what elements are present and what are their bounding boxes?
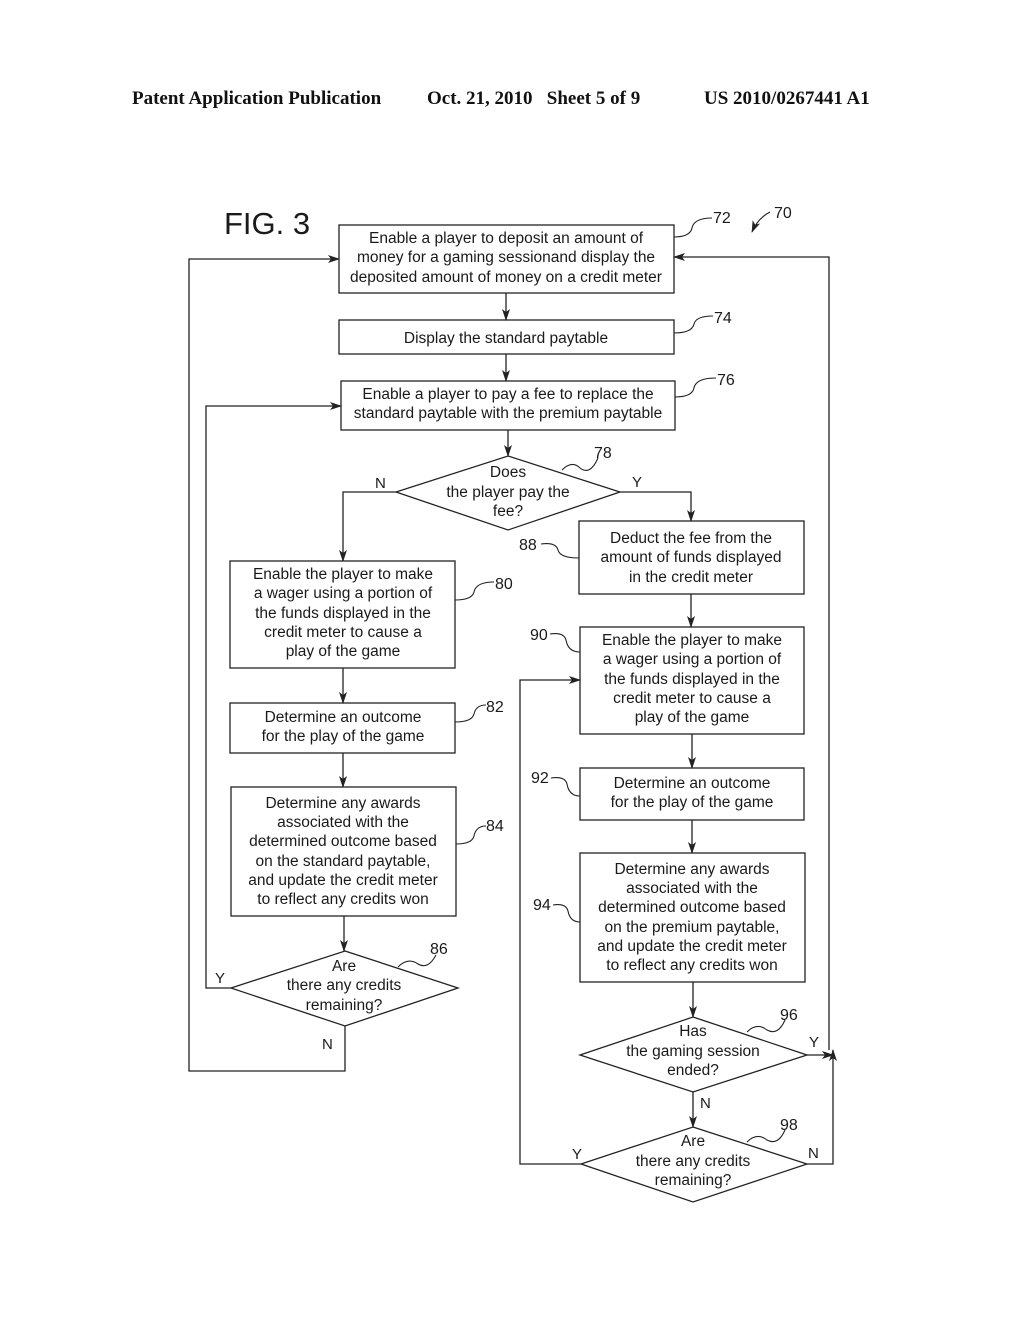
- decision-78-no-label: N: [375, 475, 386, 492]
- decision-86-ref: 86: [430, 941, 448, 958]
- step-88-ref: 88: [519, 537, 537, 554]
- step-80-line: the funds displayed in the: [255, 605, 431, 622]
- step-74-line: Display the standard paytable: [404, 330, 608, 347]
- decision-86-credits-remaining: Are there any credits remaining? 86 Y N: [215, 941, 461, 1053]
- step-72-line: money for a gaming sessionand display th…: [357, 249, 655, 266]
- step-74-ref: 74: [714, 310, 732, 327]
- decision-98-line: Are: [681, 1133, 705, 1150]
- step-94-line: associated with the: [626, 880, 758, 897]
- step-88-line: amount of funds displayed: [601, 549, 782, 566]
- figure-ref-arrow: [751, 211, 771, 233]
- decision-96-ref: 96: [780, 1007, 798, 1024]
- decision-96-line: the gaming session: [626, 1043, 760, 1060]
- step-84-line: Determine any awards: [265, 795, 420, 812]
- step-90-line: play of the game: [635, 709, 750, 726]
- step-80-wager-standard: Enable the player to make a wager using …: [229, 560, 513, 669]
- decision-96-line: Has: [679, 1023, 707, 1040]
- decision-98-credits-remaining: Are there any credits remaining? 98 Y N: [572, 1117, 819, 1203]
- step-82-line: for the play of the game: [262, 728, 425, 745]
- step-82-determine-outcome: Determine an outcome for the play of the…: [229, 699, 504, 754]
- figure-ref: 70: [774, 205, 792, 222]
- decision-96-no-label: N: [700, 1095, 711, 1112]
- arrow-98-yes-to-90: [519, 676, 581, 1165]
- step-88-line: in the credit meter: [629, 569, 753, 586]
- step-94-line: and update the credit meter: [597, 938, 787, 955]
- step-90-line: the funds displayed in the: [604, 671, 780, 688]
- step-76-offer-premium-paytable: Enable a player to pay a fee to replace …: [340, 372, 735, 431]
- decision-78-pay-fee: Does the player pay the fee? 78 N Y: [375, 445, 642, 531]
- step-94-line: on the premium paytable,: [605, 919, 780, 936]
- step-84-line: and update the credit meter: [248, 872, 438, 889]
- decision-78-line: fee?: [493, 503, 524, 520]
- decision-86-line: Are: [332, 958, 356, 975]
- decision-98-line: there any credits: [636, 1153, 751, 1170]
- step-84-line: on the standard paytable,: [256, 853, 431, 870]
- step-80-line: Enable the player to make: [253, 566, 433, 583]
- decision-86-line: there any credits: [287, 977, 402, 994]
- step-84-line: determined outcome based: [249, 833, 437, 850]
- step-72-line: Enable a player to deposit an amount of: [369, 230, 644, 247]
- decision-98-yes-label: Y: [572, 1146, 582, 1163]
- step-92-ref: 92: [531, 770, 549, 787]
- step-76-line: Enable a player to pay a fee to replace …: [362, 386, 653, 403]
- step-94-ref: 94: [533, 897, 551, 914]
- step-74-display-standard-paytable: Display the standard paytable 74: [338, 310, 732, 355]
- decision-78-yes-label: Y: [632, 474, 642, 491]
- step-84-awards-standard: Determine any awards associated with the…: [230, 786, 504, 917]
- decision-86-line: remaining?: [306, 997, 383, 1014]
- step-84-line: associated with the: [277, 814, 409, 831]
- decision-96-yes-label: Y: [809, 1034, 819, 1051]
- step-80-line: credit meter to cause a: [264, 624, 422, 641]
- decision-96-line: ended?: [667, 1062, 719, 1079]
- step-82-ref: 82: [486, 699, 504, 716]
- decision-98-ref: 98: [780, 1117, 798, 1134]
- arrow-78-no-to-80: [339, 491, 396, 562]
- step-94-line: Determine any awards: [614, 861, 769, 878]
- step-94-line: to reflect any credits won: [606, 957, 777, 974]
- step-92-line: Determine an outcome: [614, 775, 771, 792]
- step-76-ref: 76: [717, 372, 735, 389]
- step-92-determine-outcome: Determine an outcome for the play of the…: [531, 767, 805, 821]
- decision-78-line: the player pay the: [446, 484, 569, 501]
- step-82-line: Determine an outcome: [265, 709, 422, 726]
- step-90-line: a wager using a portion of: [603, 651, 782, 668]
- step-72-deposit-money: Enable a player to deposit an amount of …: [338, 210, 731, 294]
- figure-label: FIG. 3: [224, 206, 310, 241]
- decision-86-no-label: N: [322, 1036, 333, 1053]
- step-80-line: a wager using a portion of: [254, 585, 433, 602]
- step-88-deduct-fee: Deduct the fee from the amount of funds …: [519, 520, 805, 595]
- decision-78-line: Does: [490, 464, 526, 481]
- decision-98-line: remaining?: [655, 1172, 732, 1189]
- step-72-ref: 72: [713, 210, 731, 227]
- step-90-ref: 90: [530, 627, 548, 644]
- step-84-line: to reflect any credits won: [257, 891, 428, 908]
- step-84-ref: 84: [486, 818, 504, 835]
- decision-96-session-ended: Has the gaming session ended? 96 Y N: [577, 1007, 819, 1112]
- step-88-line: Deduct the fee from the: [610, 530, 772, 547]
- step-94-line: determined outcome based: [598, 899, 786, 916]
- step-90-line: Enable the player to make: [602, 632, 782, 649]
- step-72-line: deposited amount of money on a credit me…: [350, 269, 662, 286]
- step-80-ref: 80: [495, 576, 513, 593]
- flowchart: FIG. 3 70 Enable a player to deposit an …: [188, 205, 837, 1203]
- decision-78-ref: 78: [594, 445, 612, 462]
- arrow-78-yes-to-88: [620, 491, 695, 522]
- step-76-line: standard paytable with the premium payta…: [354, 405, 662, 422]
- step-92-line: for the play of the game: [611, 794, 774, 811]
- decision-86-yes-label: Y: [215, 970, 225, 987]
- decision-98-no-label: N: [808, 1145, 819, 1162]
- step-94-awards-premium: Determine any awards associated with the…: [533, 852, 806, 983]
- step-80-line: play of the game: [286, 643, 401, 660]
- step-90-line: credit meter to cause a: [613, 690, 771, 707]
